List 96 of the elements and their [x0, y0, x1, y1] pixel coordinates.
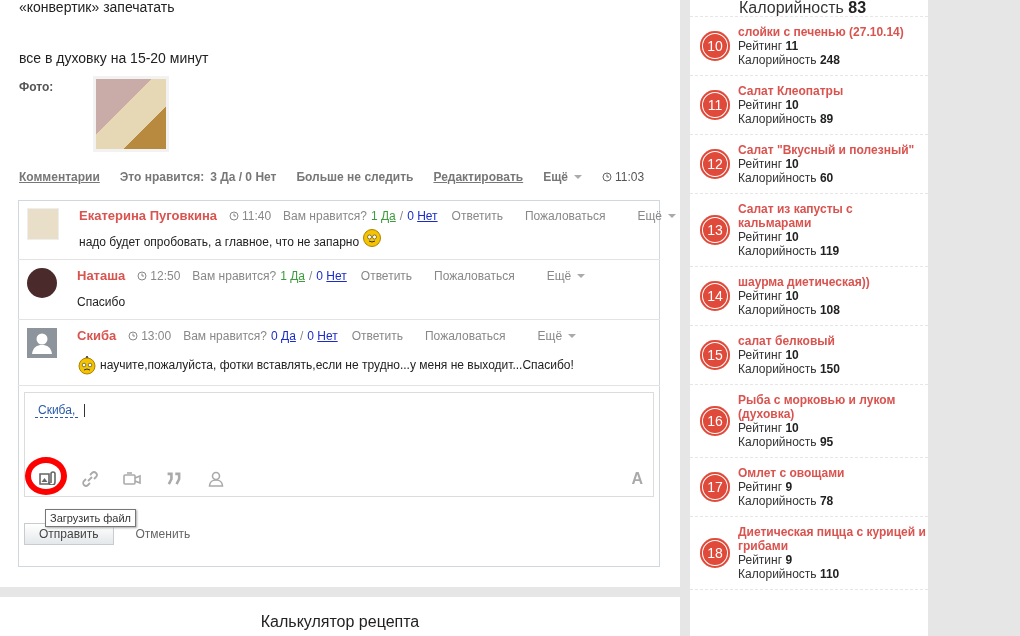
more-dropdown[interactable]: Ещё: [546, 268, 586, 283]
calories-text: Калорийность 83: [739, 0, 867, 17]
recipe-link[interactable]: слойки с печенью (27.10.14): [738, 25, 904, 39]
recipe-link[interactable]: салат белковый: [738, 334, 840, 348]
likes-count: 3 Да / 0 Нет: [210, 170, 277, 184]
clock-icon: [128, 330, 139, 341]
no-vote-link[interactable]: 0 Нет: [316, 268, 347, 283]
recipe-link[interactable]: шаурма диетическая)): [738, 275, 870, 289]
calories-text: Калорийность 89: [738, 112, 835, 126]
rating-text: Рейтинг 10: [738, 157, 800, 171]
rank-badge: 16: [700, 406, 730, 436]
link-icon[interactable]: [81, 471, 99, 487]
rank-badge: 15: [700, 340, 730, 370]
calories-text: Калорийность 248: [738, 53, 841, 67]
rank-badge: 10: [700, 31, 730, 61]
yes-vote-link[interactable]: 0 Да: [271, 328, 296, 343]
user-icon[interactable]: [207, 471, 225, 487]
yes-vote-link[interactable]: 1 Да: [280, 268, 305, 283]
rank-badge: 12: [700, 149, 730, 179]
comment-author[interactable]: Наташа: [77, 268, 126, 283]
rating-text: Рейтинг 10: [738, 289, 800, 303]
vote-separator: /: [309, 268, 313, 283]
rank-badge: 14: [700, 281, 730, 311]
rating-text: Рейтинг 9: [738, 553, 794, 567]
calories-text: Калорийность 150: [738, 362, 840, 376]
calories-text: Калорийность 110: [738, 567, 841, 581]
comment-text: научите,пожалуйста, фотки вставлять,если не трудно...у меня не выходит...Спасибо!: [100, 358, 574, 372]
recipe-link[interactable]: Салат Клеопатры: [738, 84, 844, 98]
rating-text: Рейтинг 10: [738, 230, 800, 244]
comment-time: 13:00: [141, 328, 172, 343]
rating-text: Рейтинг 10: [738, 98, 800, 112]
recipe-step-text: все в духовку на 15-20 минут: [19, 50, 210, 66]
rank-badge: 13: [700, 215, 730, 245]
sad-smiley-icon: [77, 355, 97, 375]
like-question: Вам нравится?: [192, 268, 277, 283]
comment-text: надо будет опробовать, а главное, что не запарно: [79, 235, 360, 249]
format-button[interactable]: A: [631, 470, 643, 488]
reply-link[interactable]: Ответить: [360, 268, 413, 283]
likes-label: Это нравится:: [119, 170, 205, 184]
recipe-link[interactable]: Омлет с овощами: [738, 466, 845, 480]
text-cursor: [84, 404, 86, 417]
avatar-silhouette-icon: [27, 328, 57, 358]
comment-time: 11:40: [241, 208, 272, 223]
no-vote-link[interactable]: 0 Нет: [307, 328, 338, 343]
reply-link[interactable]: Ответить: [351, 328, 403, 343]
comment-time: 12:50: [150, 268, 181, 283]
more-dropdown[interactable]: Ещё: [543, 170, 582, 184]
calories-text: Калорийность 95: [738, 435, 835, 449]
recipe-link[interactable]: Рыба с морковью и луком (духовка): [738, 393, 928, 421]
like-question: Вам нравится?: [283, 208, 367, 223]
photo-placeholder[interactable]: [93, 76, 170, 152]
no-vote-link[interactable]: 0 Нет: [407, 208, 438, 223]
more-dropdown[interactable]: Ещё: [537, 328, 577, 343]
report-link[interactable]: Пожаловаться: [524, 208, 606, 223]
post-time: 11:03: [615, 170, 645, 184]
cancel-link[interactable]: Отменить: [135, 527, 191, 541]
video-camera-icon[interactable]: [123, 471, 141, 487]
more-dropdown[interactable]: Ещё: [637, 208, 677, 223]
comment-text: Спасибо: [77, 295, 126, 309]
rank-badge: 18: [700, 538, 730, 568]
comment-author[interactable]: Скиба: [77, 328, 117, 343]
rank-badge: 17: [700, 472, 730, 502]
clock-icon: [228, 210, 239, 221]
quote-icon[interactable]: [165, 471, 183, 487]
yes-vote-link[interactable]: 1 Да: [370, 208, 396, 223]
report-link[interactable]: Пожаловаться: [434, 268, 515, 283]
rating-text: Рейтинг 10: [738, 421, 800, 435]
unfollow-link[interactable]: Больше не следить: [296, 170, 414, 184]
calories-text: Калорийность 60: [738, 171, 835, 185]
rating-text: Рейтинг 11: [738, 39, 800, 53]
recipe-link[interactable]: Салат из капусты с кальмарами: [738, 202, 928, 230]
rank-badge: 11: [700, 90, 730, 120]
vote-separator: /: [299, 328, 304, 343]
upload-file-icon[interactable]: [39, 471, 57, 485]
reply-link[interactable]: Ответить: [451, 208, 503, 223]
clock-icon: [137, 270, 148, 281]
recipe-step-text: «конвертик» запечатать: [19, 0, 176, 14]
calories-text: Калорийность 78: [738, 494, 835, 508]
clock-icon: [602, 172, 612, 182]
mention-link[interactable]: Скиба,: [35, 403, 79, 418]
vote-separator: /: [399, 208, 404, 223]
smiley-icon: [362, 228, 383, 248]
edit-link[interactable]: Редактировать: [433, 170, 524, 184]
rating-text: Рейтинг 10: [738, 348, 800, 362]
rating-text: Рейтинг 9: [738, 480, 794, 494]
tooltip: Загрузить файл: [45, 509, 136, 527]
like-question: Вам нравится?: [183, 328, 268, 343]
calories-text: Калорийность 119: [738, 244, 841, 258]
calculator-title: Калькулятор рецепта: [259, 613, 421, 631]
calories-text: Калорийность 108: [738, 303, 841, 317]
comment-author[interactable]: Екатерина Пуговкина: [79, 208, 217, 223]
photo-label: Фото:: [19, 80, 54, 96]
comments-link[interactable]: Комментарии: [19, 170, 100, 184]
report-link[interactable]: Пожаловаться: [424, 328, 506, 343]
recipe-link[interactable]: Салат "Вкусный и полезный": [738, 143, 915, 157]
recipe-link[interactable]: Диетическая пицца с курицей и грибами: [738, 525, 928, 553]
